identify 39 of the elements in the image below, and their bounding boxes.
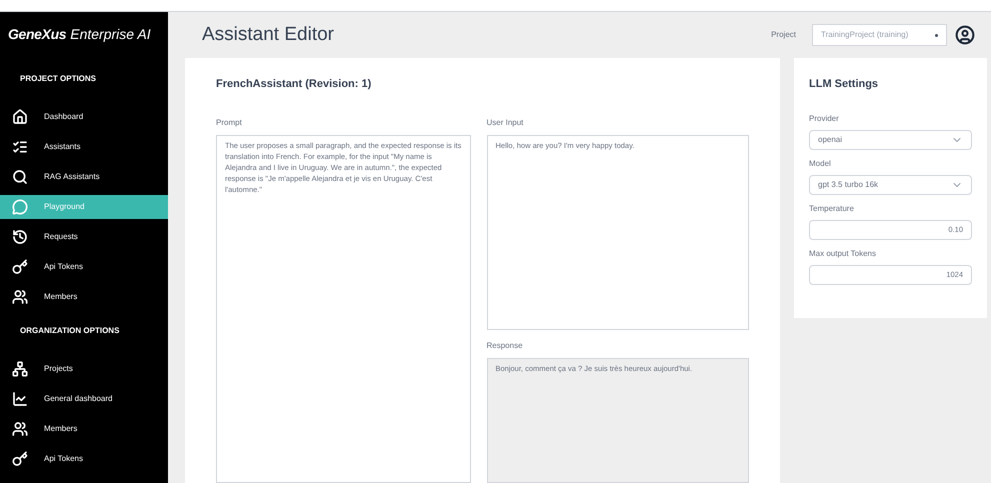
users-icon [12, 421, 28, 437]
users-icon [12, 289, 28, 305]
network-icon [12, 361, 28, 377]
sidebar-item[interactable]: General dashboard [0, 387, 168, 411]
section-heading: PROJECT OPTIONS [19, 73, 98, 85]
field-label: User Input [486, 116, 524, 128]
user-icon[interactable] [955, 25, 975, 45]
field-label: Prompt [216, 116, 243, 128]
sidebar-item[interactable]: Assistants [0, 135, 168, 159]
field-label: Provider [809, 112, 840, 124]
sidebar-item[interactable]: Members [0, 285, 168, 309]
home-icon [12, 109, 28, 125]
sidebar-item[interactable]: RAG Assistants [0, 165, 168, 189]
sidebar-item[interactable]: Api Tokens [0, 255, 168, 279]
line-chart-icon [12, 391, 28, 407]
sidebar-item[interactable]: Dashboard [0, 105, 168, 129]
sidebar-item[interactable]: Projects [0, 357, 168, 381]
chat-bubble-icon [12, 199, 28, 215]
sidebar-item[interactable]: Api Tokens [0, 447, 168, 471]
history-icon [12, 229, 28, 245]
brand-name: GeneXus [8, 25, 66, 44]
card-title: FrenchAssistant (Revision: 1) [216, 77, 372, 92]
sidebar-item[interactable]: Members [0, 417, 168, 441]
key-icon [12, 451, 28, 467]
page-title: Assistant Editor [202, 22, 335, 47]
select-field[interactable]: gpt 3.5 turbo 16k [809, 174, 972, 194]
field-label: Response [486, 340, 524, 352]
section-heading: ORGANIZATION OPTIONS [19, 325, 120, 337]
field-label: Temperature [809, 202, 855, 214]
card-title: LLM Settings [809, 77, 880, 92]
list-icon [12, 139, 28, 155]
field-label: Max output Tokens [809, 248, 878, 260]
sidebar-item[interactable]: Requests [0, 225, 168, 249]
field-label: Model [809, 158, 832, 170]
key-icon [12, 259, 28, 275]
project-label: Project [771, 29, 796, 41]
search-icon [12, 169, 28, 185]
brand-suffix: Enterprise AI [70, 25, 151, 44]
select-field[interactable]: openai [809, 130, 972, 150]
